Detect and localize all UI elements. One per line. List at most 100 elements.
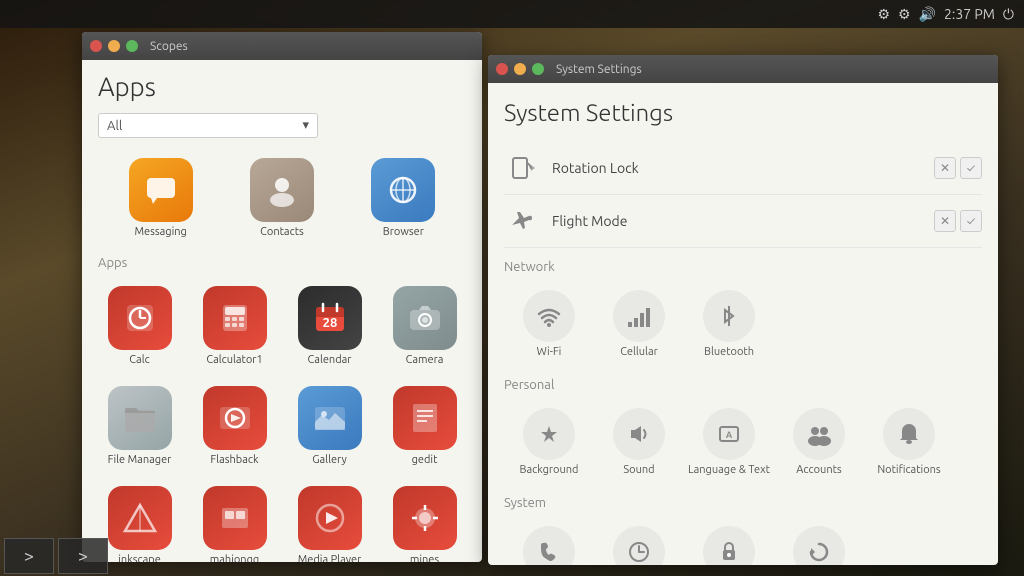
svg-text:28: 28: [322, 316, 337, 330]
language-label: Language & Text: [688, 464, 770, 476]
scopes-max-btn[interactable]: [126, 40, 138, 52]
flight-mode-toggle[interactable]: ✕ ✓: [934, 210, 982, 232]
volume-icon[interactable]: 🔊: [919, 6, 936, 23]
app-name-gedit: gedit: [412, 454, 438, 466]
accounts-icon: [793, 408, 845, 460]
taskbar: > >: [0, 536, 1024, 576]
settings-item-language[interactable]: A Language & Text: [684, 400, 774, 484]
app-item-calculator1[interactable]: Calculator1: [189, 278, 280, 374]
scopes-window: Scopes Apps All ▾ Messaging Conta: [82, 32, 482, 562]
flight-mode-x[interactable]: ✕: [934, 210, 956, 232]
settings-close-btn[interactable]: [496, 63, 508, 75]
taskbar-btn-1[interactable]: >: [4, 538, 54, 574]
system-section-label: System: [504, 496, 982, 510]
app-item-filemanager[interactable]: File Manager: [94, 378, 185, 474]
rotation-lock-check[interactable]: ✓: [960, 157, 982, 179]
app-name-browser: Browser: [383, 226, 424, 238]
scopes-min-btn[interactable]: [108, 40, 120, 52]
sound-icon: [613, 408, 665, 460]
rotation-lock-label: Rotation Lock: [552, 160, 934, 176]
calculator1-icon: [203, 286, 267, 350]
wifi-icon: [523, 290, 575, 342]
app-item-gedit[interactable]: gedit: [379, 378, 470, 474]
time-display: 2:37 PM: [944, 6, 995, 22]
flashback-icon: [203, 386, 267, 450]
svg-text:A: A: [726, 430, 733, 440]
flight-mode-icon: [504, 203, 540, 239]
bluetooth-icon: [703, 290, 755, 342]
flight-mode-row: Flight Mode ✕ ✓: [504, 195, 982, 248]
app-name-contacts: Contacts: [260, 226, 304, 238]
rotation-lock-row: Rotation Lock ✕ ✓: [504, 142, 982, 195]
gallery-icon: [298, 386, 362, 450]
app-item-flashback[interactable]: Flashback: [189, 378, 280, 474]
app-name-calculator1: Calculator1: [206, 354, 262, 366]
app-item-camera[interactable]: Camera: [379, 278, 470, 374]
personal-section-label: Personal: [504, 378, 982, 392]
network-section-label: Network: [504, 260, 982, 274]
settings-item-accounts[interactable]: Accounts: [774, 400, 864, 484]
scopes-titlebar: Scopes: [82, 32, 482, 60]
contacts-icon: [250, 158, 314, 222]
notifications-icon: [883, 408, 935, 460]
taskbar-btn-2[interactable]: >: [58, 538, 108, 574]
settings-window: System Settings System Settings Rotation…: [488, 55, 998, 565]
settings-item-background[interactable]: Background: [504, 400, 594, 484]
flight-mode-label: Flight Mode: [552, 213, 934, 229]
app-name-calc: Calc: [129, 354, 149, 366]
app-item-messaging[interactable]: Messaging: [102, 150, 219, 246]
notifications-label: Notifications: [877, 464, 940, 476]
network-icon[interactable]: ⚙: [898, 6, 911, 23]
app-item-contacts[interactable]: Contacts: [223, 150, 340, 246]
settings-titlebar: System Settings: [488, 55, 998, 83]
scopes-content[interactable]: Apps All ▾ Messaging Contacts: [82, 60, 482, 562]
settings-item-sound[interactable]: Sound: [594, 400, 684, 484]
app-item-browser[interactable]: Browser: [345, 150, 462, 246]
gedit-icon: [393, 386, 457, 450]
app-item-calc[interactable]: Calc: [94, 278, 185, 374]
power-icon[interactable]: ⏻: [1003, 6, 1014, 23]
network-grid: Wi-Fi Cellular Bluetooth: [504, 282, 982, 366]
scopes-title: Scopes: [150, 40, 188, 53]
settings-window-title: System Settings: [556, 63, 642, 76]
scopes-header: Apps: [82, 60, 482, 109]
settings-icon[interactable]: ⚙: [877, 6, 890, 23]
bluetooth-label: Bluetooth: [704, 346, 754, 358]
app-name-flashback: Flashback: [210, 454, 258, 466]
scopes-main-title: Apps: [98, 72, 466, 101]
rotation-lock-toggle[interactable]: ✕ ✓: [934, 157, 982, 179]
app-name-messaging: Messaging: [134, 226, 186, 238]
settings-max-btn[interactable]: [532, 63, 544, 75]
app-name-gallery: Gallery: [312, 454, 347, 466]
settings-main-title: System Settings: [504, 99, 982, 126]
panel-right: ⚙ ⚙ 🔊 2:37 PM ⏻: [877, 6, 1014, 23]
settings-item-wifi[interactable]: Wi-Fi: [504, 282, 594, 366]
settings-min-btn[interactable]: [514, 63, 526, 75]
sound-label: Sound: [623, 464, 654, 476]
app-name-camera: Camera: [406, 354, 444, 366]
apps-section-label: Apps: [82, 250, 482, 274]
messaging-icon: [129, 158, 193, 222]
settings-content[interactable]: System Settings Rotation Lock ✕ ✓ Flight…: [488, 83, 998, 565]
cellular-icon: [613, 290, 665, 342]
settings-item-cellular[interactable]: Cellular: [594, 282, 684, 366]
scopes-filter-area: All ▾: [82, 109, 482, 146]
calc-icon: [108, 286, 172, 350]
settings-item-bluetooth[interactable]: Bluetooth: [684, 282, 774, 366]
app-item-calendar[interactable]: 28 Calendar: [284, 278, 375, 374]
filter-dropdown[interactable]: All ▾: [98, 113, 318, 138]
calendar-icon: 28: [298, 286, 362, 350]
background-label: Background: [519, 464, 578, 476]
app-name-filemanager: File Manager: [108, 454, 172, 466]
rotation-lock-x[interactable]: ✕: [934, 157, 956, 179]
settings-item-notifications[interactable]: Notifications: [864, 400, 954, 484]
featured-apps-grid: Messaging Contacts Browser: [82, 146, 482, 250]
app-item-gallery[interactable]: Gallery: [284, 378, 375, 474]
cellular-label: Cellular: [620, 346, 658, 358]
personal-grid: Background Sound A Language & Text Accou…: [504, 400, 982, 484]
flight-mode-check[interactable]: ✓: [960, 210, 982, 232]
scopes-close-btn[interactable]: [90, 40, 102, 52]
accounts-label: Accounts: [796, 464, 841, 476]
top-panel: ⚙ ⚙ 🔊 2:37 PM ⏻: [0, 0, 1024, 28]
rotation-lock-icon: [504, 150, 540, 186]
